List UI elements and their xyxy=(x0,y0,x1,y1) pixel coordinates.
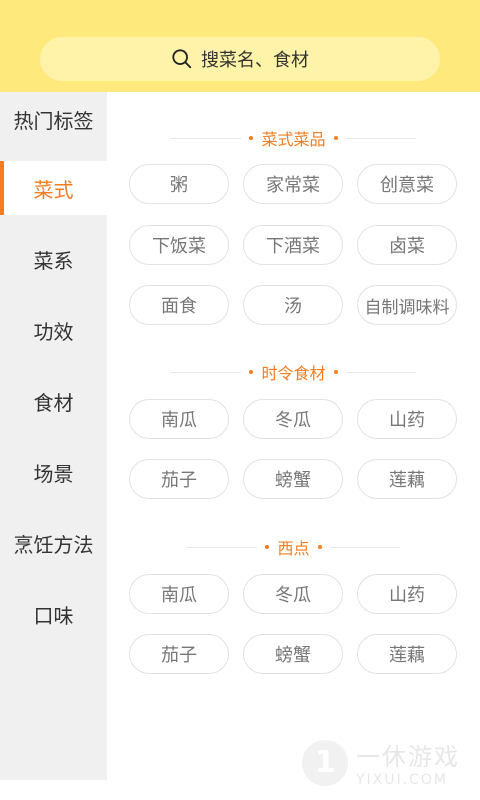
header-bar: 搜菜名、食材 xyxy=(0,0,480,92)
tag-chip[interactable]: 卤菜 xyxy=(357,225,457,265)
tag-chip[interactable]: 冬瓜 xyxy=(243,399,343,439)
divider xyxy=(330,547,400,548)
search-icon xyxy=(171,48,193,70)
watermark-text: 一休游戏 YIXUI.COM xyxy=(356,737,460,788)
divider xyxy=(346,138,416,139)
dot-icon xyxy=(249,370,253,374)
sidebar-item-ingredients[interactable]: 食材 xyxy=(0,374,107,428)
tag-chip[interactable]: 茄子 xyxy=(129,634,229,674)
section-title: 菜式菜品 xyxy=(107,126,480,150)
dot-icon xyxy=(334,370,338,374)
tag-chip[interactable]: 螃蟹 xyxy=(243,459,343,499)
dot-icon xyxy=(318,545,322,549)
tag-chip[interactable]: 面食 xyxy=(129,285,229,325)
sidebar-item-dish-style[interactable]: 菜式 xyxy=(0,161,107,215)
dot-icon xyxy=(249,136,253,140)
sidebar-item-label: 口味 xyxy=(34,600,74,629)
dot-icon xyxy=(334,136,338,140)
tag-chip[interactable]: 下饭菜 xyxy=(129,225,229,265)
divider xyxy=(187,547,257,548)
tag-chip[interactable]: 家常菜 xyxy=(243,164,343,204)
tag-chip[interactable]: 山药 xyxy=(357,574,457,614)
watermark: 1 一休游戏 YIXUI.COM xyxy=(302,737,460,788)
tag-chip[interactable]: 粥 xyxy=(129,164,229,204)
sidebar-item-hot-tags[interactable]: 热门标签 xyxy=(0,92,107,146)
tag-chip[interactable]: 下酒菜 xyxy=(243,225,343,265)
tag-chip[interactable]: 茄子 xyxy=(129,459,229,499)
sidebar-item-label: 场景 xyxy=(34,458,74,487)
tag-chip[interactable]: 莲藕 xyxy=(357,459,457,499)
search-bar[interactable]: 搜菜名、食材 xyxy=(40,37,440,81)
sidebar-item-cooking-method[interactable]: 烹饪方法 xyxy=(0,516,107,570)
divider xyxy=(171,138,241,139)
sidebar-item-scene[interactable]: 场景 xyxy=(0,445,107,499)
dot-icon xyxy=(265,545,269,549)
sidebar-item-label: 热门标签 xyxy=(14,105,94,134)
sidebar-item-label: 功效 xyxy=(34,316,74,345)
tag-chip[interactable]: 创意菜 xyxy=(357,164,457,204)
category-sidebar: 热门标签 菜式 菜系 功效 食材 场景 烹饪方法 口味 xyxy=(0,92,107,780)
section-title: 西点 xyxy=(107,535,480,559)
tag-chip[interactable]: 山药 xyxy=(357,399,457,439)
sidebar-item-label: 烹饪方法 xyxy=(14,529,94,558)
section-title-label: 菜式菜品 xyxy=(261,126,325,150)
sidebar-item-cuisine[interactable]: 菜系 xyxy=(0,232,107,286)
tag-chip[interactable]: 冬瓜 xyxy=(243,574,343,614)
section-title: 时令食材 xyxy=(107,360,480,384)
watermark-logo-icon: 1 xyxy=(302,740,348,786)
sidebar-item-taste[interactable]: 口味 xyxy=(0,587,107,641)
sidebar-item-label: 菜式 xyxy=(34,174,74,203)
tag-chip[interactable]: 南瓜 xyxy=(129,574,229,614)
tag-chip[interactable]: 南瓜 xyxy=(129,399,229,439)
divider xyxy=(346,372,416,373)
sidebar-item-label: 菜系 xyxy=(34,245,74,274)
watermark-cn: 一休游戏 xyxy=(356,737,460,772)
search-placeholder: 搜菜名、食材 xyxy=(201,46,309,72)
tag-content: 菜式菜品 粥 家常菜 创意菜 下饭菜 下酒菜 卤菜 面食 汤 自制调味料 时令食… xyxy=(107,92,480,800)
tag-chip[interactable]: 莲藕 xyxy=(357,634,457,674)
sidebar-item-label: 食材 xyxy=(34,387,74,416)
divider xyxy=(171,372,241,373)
tag-chip[interactable]: 自制调味料 xyxy=(357,285,457,325)
section-title-label: 时令食材 xyxy=(261,360,325,384)
tag-chip[interactable]: 汤 xyxy=(243,285,343,325)
sidebar-item-effect[interactable]: 功效 xyxy=(0,303,107,357)
section-title-label: 西点 xyxy=(277,535,309,559)
tag-chip[interactable]: 螃蟹 xyxy=(243,634,343,674)
watermark-en: YIXUI.COM xyxy=(356,772,460,788)
